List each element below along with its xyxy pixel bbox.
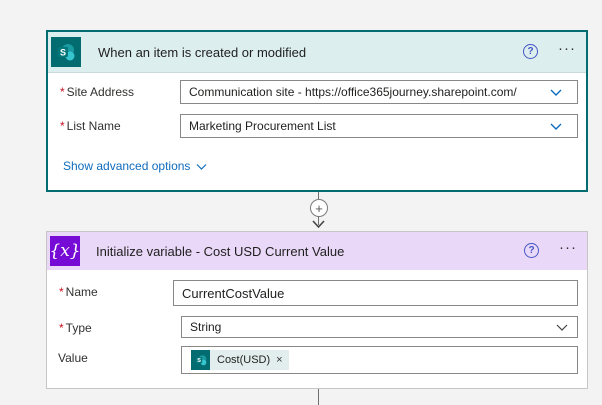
- site-address-dropdown[interactable]: Communication site - https://office365jo…: [180, 80, 578, 104]
- action-title: Initialize variable - Cost USD Current V…: [96, 243, 345, 259]
- variable-type-row: * Type String: [47, 316, 587, 342]
- trigger-card: S When an item is created or modified ? …: [46, 30, 588, 192]
- variable-name-row: * Name CurrentCostValue: [47, 280, 587, 306]
- list-name-row: * List Name Marketing Procurement List: [48, 114, 586, 140]
- variable-name-input[interactable]: CurrentCostValue: [173, 280, 578, 306]
- variable-type-value: String: [190, 320, 222, 334]
- variable-value-row: Value S Cost(USD) ×: [47, 346, 587, 374]
- dynamic-content-token[interactable]: S Cost(USD) ×: [191, 350, 289, 370]
- chevron-down-icon: [556, 324, 568, 331]
- trigger-header[interactable]: S When an item is created or modified ? …: [48, 32, 586, 73]
- chevron-down-icon: [550, 123, 562, 130]
- variable-value-label: Value: [58, 351, 88, 365]
- more-options-icon[interactable]: ···: [558, 40, 576, 57]
- svg-text:S: S: [197, 358, 201, 364]
- list-name-label: * List Name: [60, 119, 121, 133]
- help-icon[interactable]: ?: [524, 243, 539, 258]
- help-icon[interactable]: ?: [523, 44, 538, 59]
- list-name-value: Marketing Procurement List: [189, 119, 336, 133]
- site-address-value: Communication site - https://office365jo…: [189, 85, 517, 99]
- variable-name-value: CurrentCostValue: [182, 285, 285, 301]
- sharepoint-icon: S: [191, 350, 210, 370]
- trigger-title: When an item is created or modified: [98, 44, 307, 60]
- variable-name-label: * Name: [59, 285, 98, 299]
- sharepoint-icon: S: [51, 37, 81, 67]
- advanced-options-label: Show advanced options: [63, 159, 191, 173]
- svg-text:S: S: [60, 48, 66, 58]
- list-name-dropdown[interactable]: Marketing Procurement List: [180, 114, 578, 138]
- chevron-down-icon: [197, 163, 207, 170]
- variable-icon: {x}: [49, 236, 81, 266]
- variable-type-label: * Type: [59, 321, 92, 335]
- remove-token-icon[interactable]: ×: [276, 354, 282, 366]
- variable-type-dropdown[interactable]: String: [181, 316, 578, 338]
- connector-line: [318, 389, 319, 405]
- variable-value-input[interactable]: S Cost(USD) ×: [181, 346, 578, 374]
- connector-line: [318, 192, 319, 199]
- initialize-variable-card: {x} Initialize variable - Cost USD Curre…: [46, 231, 588, 389]
- more-options-icon[interactable]: ···: [559, 239, 577, 256]
- chevron-down-icon: [550, 89, 562, 96]
- add-step-button[interactable]: +: [310, 199, 328, 217]
- site-address-label: * Site Address: [60, 85, 135, 99]
- show-advanced-options-link[interactable]: Show advanced options: [63, 159, 207, 173]
- site-address-row: * Site Address Communication site - https…: [48, 80, 586, 106]
- arrow-down-icon: [312, 220, 325, 229]
- token-label: Cost(USD): [217, 354, 271, 366]
- action-header[interactable]: {x} Initialize variable - Cost USD Curre…: [47, 232, 587, 270]
